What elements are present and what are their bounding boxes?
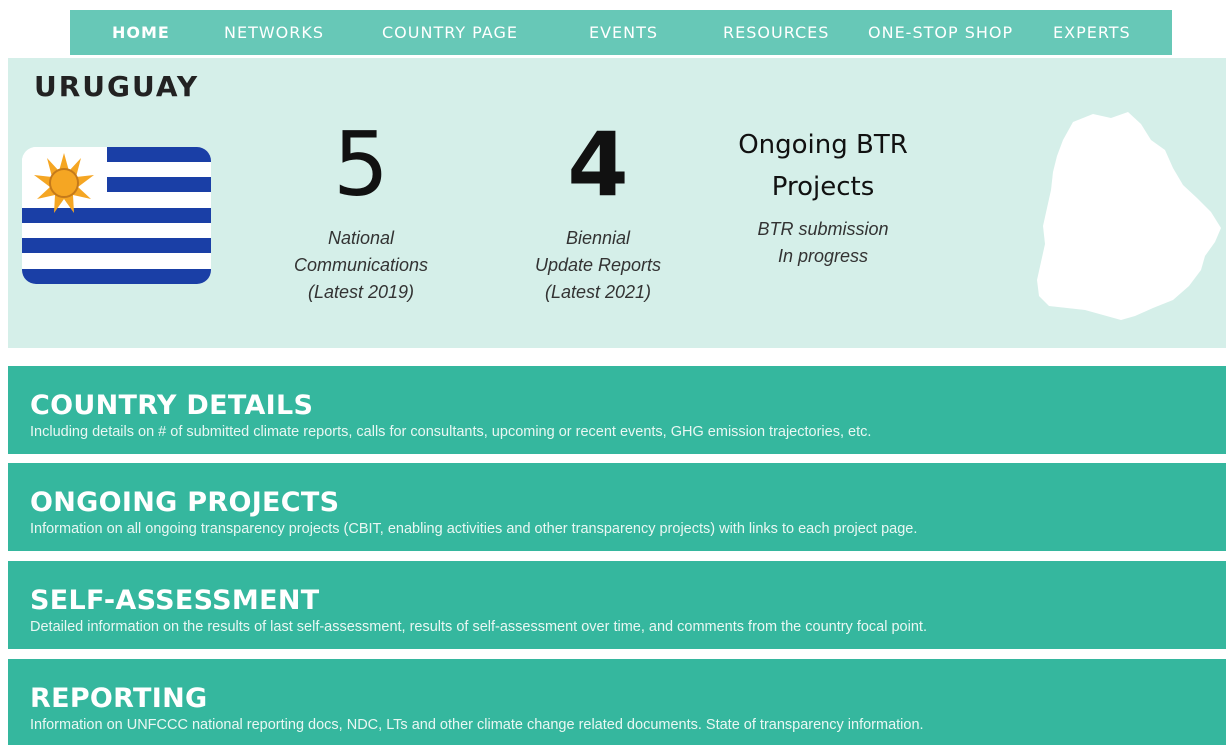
stat-btr-projects: Ongoing BTR Projects BTR submission In p… — [713, 124, 933, 270]
nav-home[interactable]: HOME — [112, 10, 170, 55]
nav-networks[interactable]: NETWORKS — [224, 10, 324, 55]
stat-number: 5 — [333, 113, 389, 216]
uruguay-map-icon — [1037, 112, 1221, 320]
section-description: Information on all ongoing transparency … — [30, 521, 918, 537]
nav-experts[interactable]: EXPERTS — [1053, 10, 1131, 55]
stat-number: 4 — [567, 113, 629, 216]
section-title: ONGOING PROJECTS — [30, 487, 340, 518]
nav-country-page[interactable]: COUNTRY PAGE — [382, 10, 518, 55]
top-nav: HOME NETWORKS COUNTRY PAGE EVENTS RESOUR… — [70, 10, 1172, 55]
uruguay-flag-icon — [22, 147, 211, 284]
section-ongoing-projects[interactable]: ONGOING PROJECTS Information on all ongo… — [8, 463, 1226, 551]
stat-biennial-update-reports: 4 Biennial Update Reports (Latest 2021) — [513, 120, 683, 306]
section-title: SELF-ASSESSMENT — [30, 585, 320, 616]
stat-label: Biennial Update Reports (Latest 2021) — [534, 228, 662, 302]
nav-resources[interactable]: RESOURCES — [723, 10, 829, 55]
section-title: REPORTING — [30, 683, 208, 714]
stat-label: National Communications (Latest 2019) — [293, 228, 429, 302]
section-country-details[interactable]: COUNTRY DETAILS Including details on # o… — [8, 366, 1226, 454]
nav-one-stop-shop[interactable]: ONE-STOP SHOP — [868, 10, 1013, 55]
btr-heading: Ongoing BTR Projects — [738, 130, 908, 202]
btr-label: BTR submission In progress — [757, 219, 889, 266]
section-description: Including details on # of submitted clim… — [30, 424, 872, 440]
stat-national-communications: 5 National Communications (Latest 2019) — [276, 120, 446, 306]
section-description: Information on UNFCCC national reporting… — [30, 717, 924, 733]
section-title: COUNTRY DETAILS — [30, 390, 314, 421]
section-description: Detailed information on the results of l… — [30, 619, 927, 635]
nav-events[interactable]: EVENTS — [589, 10, 658, 55]
section-reporting[interactable]: REPORTING Information on UNFCCC national… — [8, 659, 1226, 745]
country-title: URUGUAY — [34, 70, 200, 103]
country-hero: URUGUAY 5 National Communications (Lates… — [8, 58, 1226, 348]
section-self-assessment[interactable]: SELF-ASSESSMENT Detailed information on … — [8, 561, 1226, 649]
